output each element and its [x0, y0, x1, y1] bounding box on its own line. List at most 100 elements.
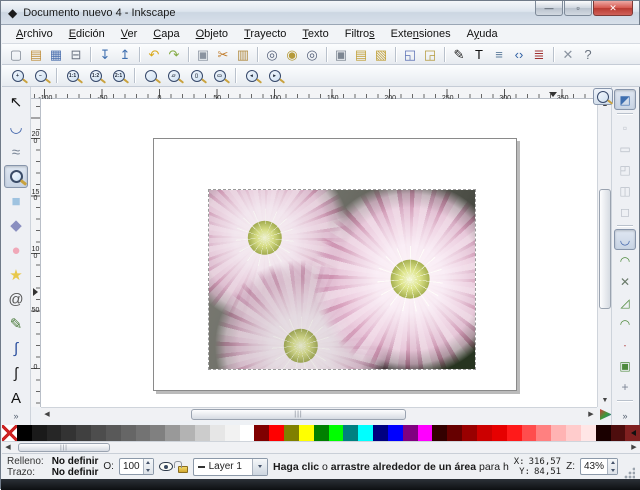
redo[interactable]: ↷ [164, 45, 184, 64]
swatch[interactable] [418, 425, 433, 441]
swatch[interactable] [403, 425, 418, 441]
canvas[interactable] [41, 99, 597, 407]
spiral-tool[interactable]: @ [4, 288, 28, 312]
swatch[interactable] [432, 425, 447, 441]
zoom-out[interactable]: − [29, 66, 52, 86]
swatch[interactable] [225, 425, 240, 441]
zoom-to-drawing[interactable]: ◉ [282, 45, 302, 64]
layer-lock-icon[interactable] [178, 466, 188, 473]
ungroup-objects[interactable]: ◲ [420, 45, 440, 64]
swatch[interactable] [180, 425, 195, 441]
vertical-ruler[interactable]: 200150100500 [31, 99, 41, 407]
pencil-tool[interactable]: ✎ [4, 312, 28, 336]
layers-dialog[interactable]: ≡ [489, 45, 509, 64]
swatch[interactable] [329, 425, 344, 441]
opacity-stepper[interactable]: 100 [119, 458, 154, 475]
vertical-scrollbar[interactable]: ▲ ▼ [597, 99, 611, 407]
swatch[interactable] [121, 425, 136, 441]
snap-bounding-box[interactable]: ▫ [614, 117, 636, 138]
swatch[interactable] [254, 425, 269, 441]
snap-bbox-corners[interactable]: ◰ [614, 159, 636, 180]
close-button[interactable]: ✕ [593, 1, 633, 16]
zoom-page-width[interactable]: ▭ [208, 66, 231, 86]
cut[interactable]: ✂ [213, 45, 233, 64]
spinner-arrows[interactable] [143, 459, 153, 474]
fill-stroke-dialog[interactable]: ✎ [449, 45, 469, 64]
swatch[interactable] [596, 425, 611, 441]
scroll-down-arrow[interactable]: ▼ [600, 396, 610, 406]
minimize-button[interactable]: — [535, 1, 563, 16]
snap-nodes[interactable]: ◡ [614, 229, 636, 250]
swatch[interactable] [210, 425, 225, 441]
swatch[interactable] [388, 425, 403, 441]
snap-bbox-centers[interactable]: ◻ [614, 201, 636, 222]
enable-snapping[interactable]: ◩ [614, 89, 636, 110]
zoom-in[interactable]: + [6, 66, 29, 86]
swatch[interactable] [477, 425, 492, 441]
open-document[interactable]: ▤ [26, 45, 46, 64]
swatch[interactable] [343, 425, 358, 441]
horizontal-scrollbar[interactable]: ◀ ||| ▶ [41, 407, 597, 421]
palette-scroll-right-arrow[interactable]: ▶ [629, 443, 639, 453]
swatch[interactable] [91, 425, 106, 441]
scroll-right-arrow[interactable]: ▶ [586, 410, 596, 420]
menu-trayecto[interactable]: Trayecto [236, 26, 294, 42]
menu-archivo[interactable]: Archivo [8, 26, 61, 42]
zoom-1-1[interactable]: 1:1 [61, 66, 84, 86]
titlebar[interactable]: ◆ Documento nuevo 4 - Inkscape —▫✕ [1, 1, 639, 25]
horizontal-scrollbar-thumb[interactable]: ||| [191, 409, 406, 420]
swatch[interactable] [47, 425, 62, 441]
snap-bbox-edges[interactable]: ▭ [614, 138, 636, 159]
rectangle-tool[interactable]: ■ [4, 189, 28, 213]
swatch[interactable] [61, 425, 76, 441]
node-tool[interactable]: ◡ [4, 116, 28, 140]
text-tool[interactable]: A [4, 386, 28, 410]
swatch[interactable] [551, 425, 566, 441]
flower-image[interactable] [209, 190, 475, 369]
tweak-tool[interactable]: ≈ [4, 140, 28, 164]
swatch[interactable] [447, 425, 462, 441]
menu-ver[interactable]: Ver [113, 26, 146, 42]
swatch[interactable] [492, 425, 507, 441]
swatch[interactable] [507, 425, 522, 441]
snap-cusp-nodes[interactable]: ◿ [614, 292, 636, 313]
snap-smooth-nodes[interactable]: ◠ [614, 313, 636, 334]
align-distribute-dialog[interactable]: ≣ [529, 45, 549, 64]
swatch[interactable] [566, 425, 581, 441]
menu-ayuda[interactable]: Ayuda [459, 26, 506, 42]
print-document[interactable]: ⊟ [66, 45, 86, 64]
paste[interactable]: ▥ [233, 45, 253, 64]
swatch[interactable] [195, 425, 210, 441]
zoom-to-selection[interactable]: ◎ [262, 45, 282, 64]
swatch[interactable] [536, 425, 551, 441]
star-tool[interactable]: ★ [4, 263, 28, 287]
toolbox-overflow-chevron[interactable]: » [13, 411, 18, 421]
export-bitmap[interactable]: ↥ [115, 45, 135, 64]
zoom-next[interactable]: ▸ [263, 66, 286, 86]
menu-extensiones[interactable]: Extensiones [383, 26, 459, 42]
swatch[interactable] [358, 425, 373, 441]
menu-edicion[interactable]: Edición [61, 26, 113, 42]
snap-bbox-edge-midpoints[interactable]: ◫ [614, 180, 636, 201]
swatch[interactable] [32, 425, 47, 441]
layer-selector[interactable]: Layer 1 [193, 458, 268, 476]
layer-visibility-eye-icon[interactable] [159, 462, 173, 471]
horizontal-ruler[interactable]: -100-50050100150200250300350 [31, 87, 593, 99]
duplicate[interactable]: ▣ [331, 45, 351, 64]
save-document[interactable]: ▦ [46, 45, 66, 64]
text-dialog[interactable]: T [469, 45, 489, 64]
menu-capa[interactable]: Capa [145, 26, 187, 42]
3dbox-tool[interactable]: ◆ [4, 214, 28, 238]
swatch[interactable] [76, 425, 91, 441]
document-properties[interactable]: ? [578, 45, 598, 64]
zoom-previous[interactable]: ◂ [240, 66, 263, 86]
fill-stroke-indicator[interactable]: Relleno: No definir Trazo: No definir [7, 456, 98, 478]
snap-to-paths[interactable]: ◠ [614, 250, 636, 271]
create-clone[interactable]: ▤ [351, 45, 371, 64]
new-document[interactable]: ▢ [6, 45, 26, 64]
snap-line-midpoints[interactable]: ∙ [614, 334, 636, 355]
undo[interactable]: ↶ [144, 45, 164, 64]
swatch[interactable] [299, 425, 314, 441]
menu-objeto[interactable]: Objeto [188, 26, 236, 42]
zoom-to-page[interactable]: ◎ [302, 45, 322, 64]
